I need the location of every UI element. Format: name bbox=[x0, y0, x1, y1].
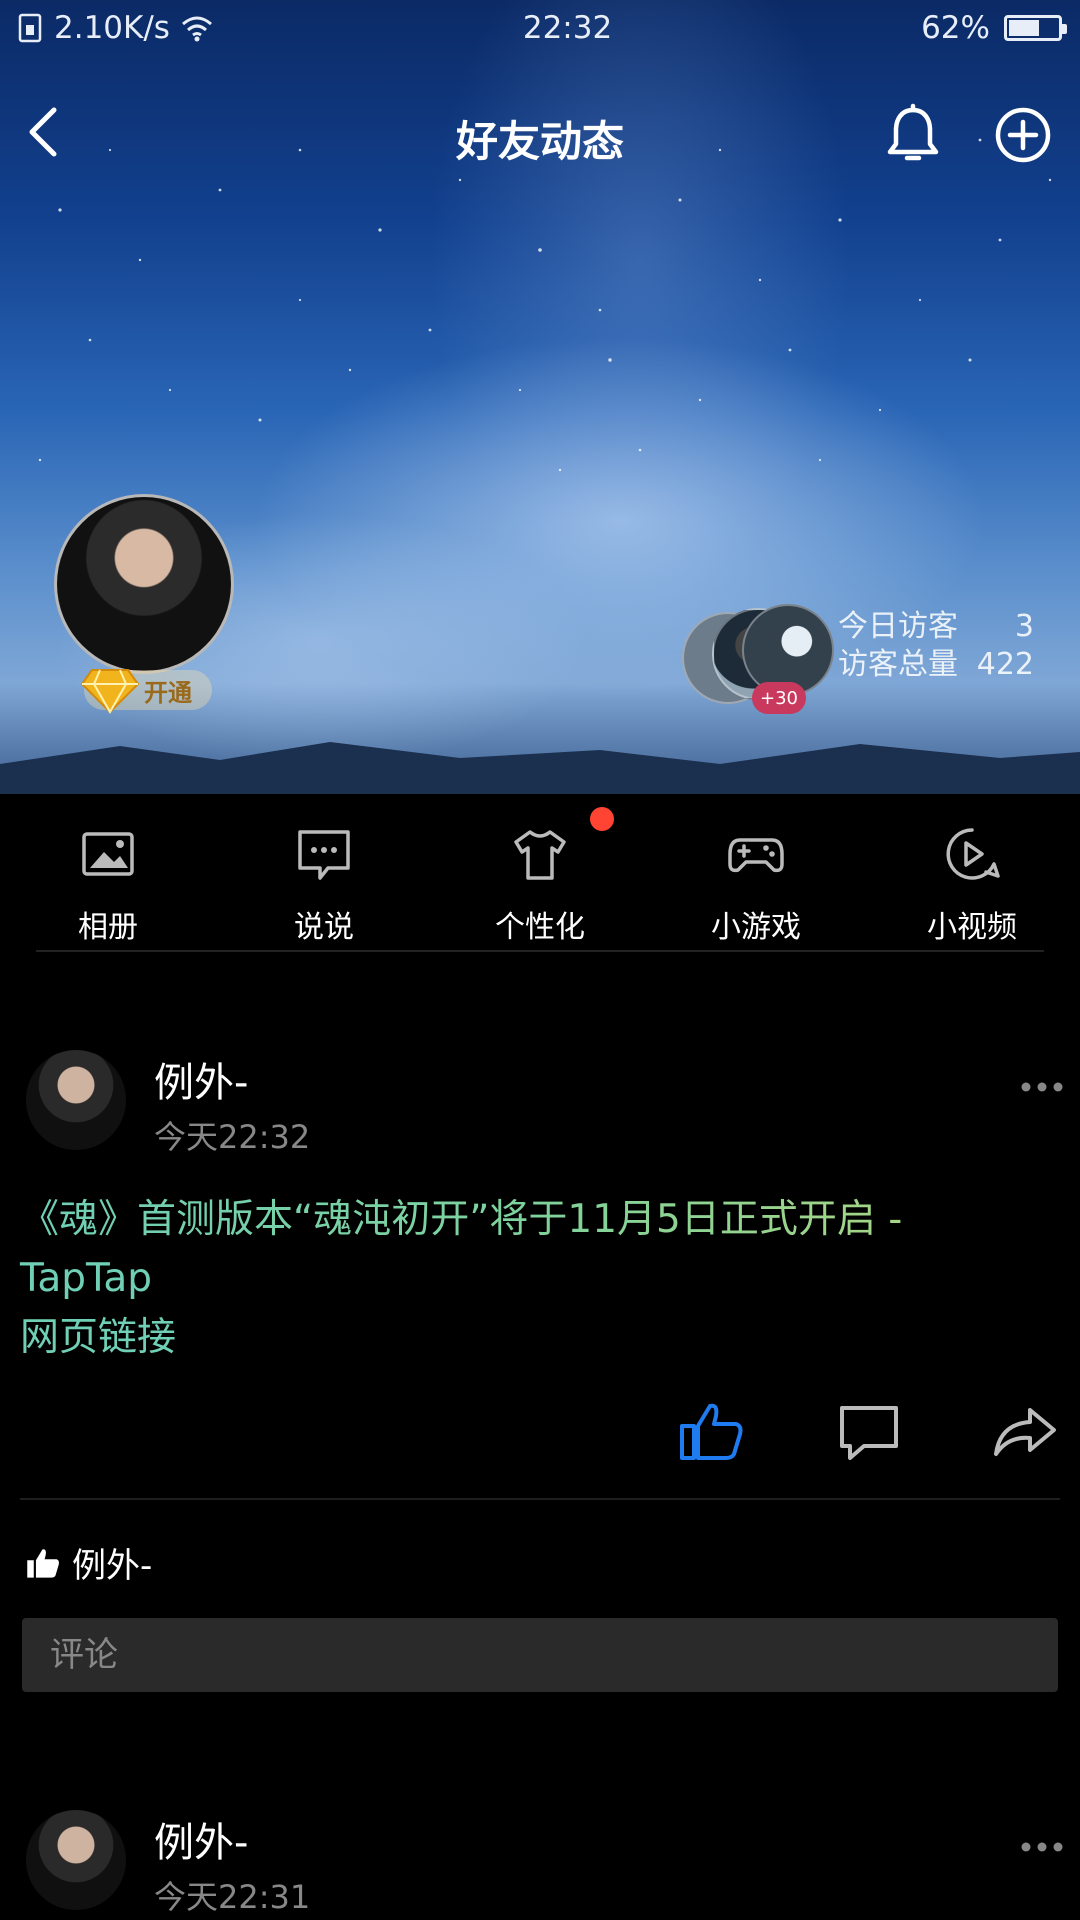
message-bubble-icon bbox=[298, 830, 350, 880]
web-link[interactable]: 网页链接 bbox=[20, 1308, 1060, 1367]
network-speed: 2.10K/s bbox=[54, 10, 170, 46]
tshirt-icon bbox=[514, 830, 566, 880]
cover-banner[interactable]: 2.10K/s 22:32 62% 好友动态 开通 +30 今日访客 3 访客总… bbox=[0, 0, 1080, 794]
author-name[interactable]: 例外- bbox=[154, 1810, 248, 1868]
today-visitors-label: 今日访客 bbox=[838, 609, 958, 644]
nav-item-personalize[interactable]: 个性化 bbox=[432, 794, 648, 952]
comment-icon[interactable] bbox=[834, 1396, 904, 1466]
total-visitors-value: 422 bbox=[976, 647, 1034, 682]
nav-label-album: 相册 bbox=[78, 910, 138, 945]
wifi-icon bbox=[181, 16, 212, 42]
battery-percent: 62% bbox=[921, 10, 990, 46]
clock: 22:32 bbox=[522, 10, 613, 46]
today-visitors-row: 今日访客 3 bbox=[838, 608, 1034, 646]
nav-item-short-video[interactable]: 小视频 bbox=[864, 794, 1080, 952]
title-bar: 好友动态 bbox=[0, 90, 1080, 180]
nav-label-personalize: 个性化 bbox=[495, 910, 585, 945]
nav-divider bbox=[36, 950, 1044, 952]
nav-label-minigames: 小游戏 bbox=[711, 910, 801, 945]
nav-item-album[interactable]: 相册 bbox=[0, 794, 216, 952]
battery-icon bbox=[1003, 15, 1067, 41]
bell-icon[interactable] bbox=[880, 102, 946, 168]
nav-item-moments[interactable]: 说说 bbox=[216, 794, 432, 952]
visitor-stats[interactable]: 今日访客 3 访客总量 422 bbox=[838, 608, 1034, 684]
mountain-silhouette bbox=[0, 742, 1080, 794]
liked-thumb-icon bbox=[27, 1548, 60, 1578]
post-content[interactable]: 《魂》首测版本“魂沌初开”将于11月5日正式开启 - TapTap 网页链接 bbox=[20, 1190, 1060, 1367]
today-visitors-value: 3 bbox=[1014, 609, 1034, 644]
nav-item-minigames[interactable]: 小游戏 bbox=[648, 794, 864, 952]
feed-post: 例外- 今天22:32 《魂》首测版本“魂沌初开”将于11月5日正式开启 - T… bbox=[0, 1040, 1080, 1700]
plus-circle-icon[interactable] bbox=[990, 102, 1056, 168]
comment-input[interactable]: 评论 bbox=[22, 1618, 1058, 1692]
more-options-icon[interactable] bbox=[1020, 1837, 1064, 1857]
photo-album-icon bbox=[82, 832, 134, 876]
recent-visitors[interactable]: +30 bbox=[668, 604, 838, 714]
liker-names[interactable]: 例外- bbox=[72, 1538, 152, 1587]
share-icon[interactable] bbox=[990, 1396, 1060, 1466]
profile-avatar[interactable] bbox=[54, 494, 234, 674]
sim-icon bbox=[18, 13, 42, 43]
likes-row[interactable]: 例外- bbox=[24, 1538, 152, 1587]
post-text-line1: 《魂》首测版本“魂沌初开”将于11月5日正式开启 - bbox=[20, 1190, 1060, 1249]
author-avatar[interactable] bbox=[26, 1050, 126, 1150]
post-time: 今天22:32 bbox=[154, 1118, 311, 1156]
post-text-line2: TapTap bbox=[20, 1256, 153, 1301]
visitor-count-badge: +30 bbox=[752, 682, 806, 714]
more-options-icon[interactable] bbox=[1020, 1077, 1064, 1097]
post-time: 今天22:31 bbox=[154, 1878, 311, 1916]
nav-label-moments: 说说 bbox=[294, 910, 354, 945]
vip-open-badge[interactable]: 开通 bbox=[80, 669, 212, 715]
video-play-icon bbox=[946, 828, 1000, 880]
feed-post: 例外- 今天22:31 bbox=[0, 1800, 1080, 1920]
notification-dot bbox=[590, 807, 614, 831]
author-name[interactable]: 例外- bbox=[154, 1050, 248, 1108]
like-thumb-icon[interactable] bbox=[676, 1396, 746, 1466]
diamond-icon bbox=[80, 669, 140, 715]
battery-level bbox=[1008, 20, 1039, 36]
screen: 2.10K/s 22:32 62% 好友动态 开通 +30 今日访客 3 访客总… bbox=[0, 0, 1080, 1920]
gamepad-icon bbox=[728, 838, 784, 873]
post-divider bbox=[20, 1498, 1060, 1500]
author-avatar[interactable] bbox=[26, 1810, 126, 1910]
nav-label-short-video: 小视频 bbox=[927, 910, 1017, 945]
feature-nav: 相册 说说 个性化 小游戏 小视频 bbox=[0, 794, 1080, 952]
total-visitors-label: 访客总量 bbox=[838, 647, 958, 682]
vip-label: 开通 bbox=[144, 678, 192, 707]
status-bar: 2.10K/s 22:32 62% bbox=[0, 0, 1080, 56]
total-visitors-row: 访客总量 422 bbox=[838, 646, 1034, 684]
